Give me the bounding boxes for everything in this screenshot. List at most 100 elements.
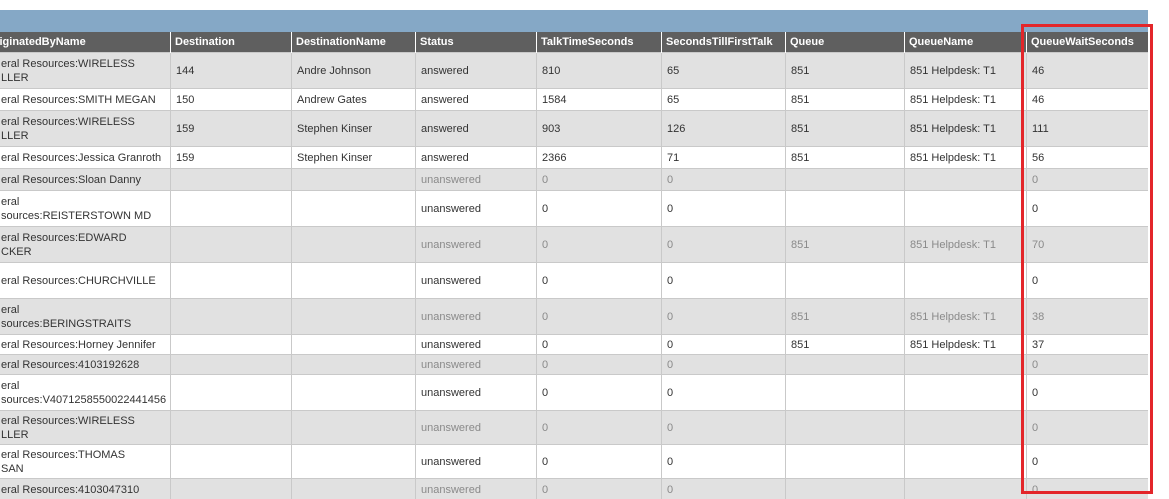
table-row[interactable]: eral Resources:Horney Jennifer unanswered… xyxy=(0,334,1148,355)
table-cell: eral sources:BERINGSTRAITS xyxy=(0,298,171,335)
col-header-talk-time-seconds[interactable]: TalkTimeSeconds xyxy=(536,32,662,53)
report-table-container[interactable]: iginatedByName Destination DestinationNa… xyxy=(0,32,1148,499)
table-cell xyxy=(904,262,1027,299)
table-row[interactable]: eral Resources:4103192628 unanswered 0 0 0 xyxy=(0,354,1148,375)
table-cell: unanswered xyxy=(415,262,537,299)
table-cell: eral Resources:EDWARD CKER xyxy=(0,226,171,263)
table-cell: eral Resources:SMITH MEGAN xyxy=(0,88,171,111)
table-cell xyxy=(785,168,905,191)
table-cell: unanswered xyxy=(415,478,537,499)
table-cell: 851 xyxy=(785,146,905,169)
table-cell: 0 xyxy=(661,374,786,411)
table-cell xyxy=(291,334,416,355)
table-cell: 159 xyxy=(170,146,292,169)
table-cell: 0 xyxy=(1026,478,1148,499)
table-cell xyxy=(904,374,1027,411)
col-header-originated-by-name[interactable]: iginatedByName xyxy=(0,32,171,53)
table-cell: 0 xyxy=(536,354,662,375)
table-cell xyxy=(291,190,416,227)
table-cell xyxy=(785,262,905,299)
table-cell: 903 xyxy=(536,110,662,147)
table-cell: 65 xyxy=(661,52,786,89)
col-header-destination-name[interactable]: DestinationName xyxy=(291,32,416,53)
table-row[interactable]: eral Resources:CHURCHVILLE unanswered 0 0 0 xyxy=(0,262,1148,299)
table-cell: 851 Helpdesk: T1 xyxy=(904,88,1027,111)
table-cell: 851 xyxy=(785,110,905,147)
table-cell xyxy=(291,444,416,479)
table-cell: 111 xyxy=(1026,110,1148,147)
table-cell xyxy=(291,226,416,263)
table-cell: eral Resources:4103047310 xyxy=(0,478,171,499)
table-cell xyxy=(170,354,292,375)
table-cell: 0 xyxy=(536,190,662,227)
table-cell: 0 xyxy=(1026,444,1148,479)
table-cell: 144 xyxy=(170,52,292,89)
table-cell: 851 Helpdesk: T1 xyxy=(904,298,1027,335)
table-row[interactable]: eral sources:REISTERSTOWN MD unanswered 0 0… xyxy=(0,190,1148,227)
col-header-destination[interactable]: Destination xyxy=(170,32,292,53)
table-cell: eral sources:REISTERSTOWN MD xyxy=(0,190,171,227)
table-cell: eral Resources:WIRELESS LLER xyxy=(0,52,171,89)
col-header-status[interactable]: Status xyxy=(415,32,537,53)
col-header-queue-wait-seconds[interactable]: QueueWaitSeconds xyxy=(1026,32,1148,53)
col-header-queue-name[interactable]: QueueName xyxy=(904,32,1027,53)
table-cell: 71 xyxy=(661,146,786,169)
table-cell: 0 xyxy=(1026,410,1148,445)
table-cell: 0 xyxy=(1026,374,1148,411)
table-cell: unanswered xyxy=(415,374,537,411)
table-row[interactable]: eral Resources:WIRELESS LLER 159 Stephen K… xyxy=(0,110,1148,147)
table-cell xyxy=(170,334,292,355)
table-row[interactable]: eral Resources:Jessica Granroth 159 Stephe… xyxy=(0,146,1148,169)
table-cell: 0 xyxy=(661,190,786,227)
table-cell xyxy=(291,298,416,335)
table-cell: eral Resources:4103192628 xyxy=(0,354,171,375)
table-cell xyxy=(170,190,292,227)
table-cell: 0 xyxy=(1026,262,1148,299)
table-cell: unanswered xyxy=(415,226,537,263)
table-cell xyxy=(785,354,905,375)
table-cell xyxy=(170,226,292,263)
table-cell: 0 xyxy=(1026,354,1148,375)
table-row[interactable]: eral Resources:EDWARD CKER unanswered 0 0 85… xyxy=(0,226,1148,263)
table-cell: unanswered xyxy=(415,190,537,227)
table-cell: 0 xyxy=(661,354,786,375)
table-cell xyxy=(170,262,292,299)
table-cell: 46 xyxy=(1026,88,1148,111)
table-cell: 0 xyxy=(661,334,786,355)
table-row[interactable]: eral Resources:THOMAS SAN unanswered 0 0 0 xyxy=(0,444,1148,479)
table-cell: 0 xyxy=(536,298,662,335)
table-cell xyxy=(904,478,1027,499)
table-row[interactable]: eral Resources:SMITH MEGAN 150 Andrew Gate… xyxy=(0,88,1148,111)
table-cell xyxy=(291,354,416,375)
table-row[interactable]: eral Resources:Sloan Danny unanswered 0 0 0 xyxy=(0,168,1148,191)
table-cell: 0 xyxy=(661,298,786,335)
table-row[interactable]: eral sources:V4071258550022441456 unanswe… xyxy=(0,374,1148,411)
table-cell: unanswered xyxy=(415,354,537,375)
table-cell xyxy=(291,262,416,299)
table-cell xyxy=(904,444,1027,479)
table-cell: 70 xyxy=(1026,226,1148,263)
table-cell: 56 xyxy=(1026,146,1148,169)
table-body: eral Resources:WIRELESS LLER 144 Andre Joh… xyxy=(0,52,1148,499)
table-cell: eral Resources:WIRELESS LLER xyxy=(0,110,171,147)
table-cell: 0 xyxy=(536,226,662,263)
call-report-table: iginatedByName Destination DestinationNa… xyxy=(0,32,1148,499)
table-cell: 0 xyxy=(661,226,786,263)
table-cell: answered xyxy=(415,88,537,111)
table-cell: eral Resources:THOMAS SAN xyxy=(0,444,171,479)
table-cell: 0 xyxy=(1026,190,1148,227)
table-cell xyxy=(170,444,292,479)
table-cell: unanswered xyxy=(415,168,537,191)
col-header-seconds-till-first-talk[interactable]: SecondsTillFirstTalk xyxy=(661,32,786,53)
table-row[interactable]: eral Resources:4103047310 unanswered 0 0 0 xyxy=(0,478,1148,499)
table-cell: 0 xyxy=(536,168,662,191)
table-row[interactable]: eral sources:BERINGSTRAITS unanswered 0 0 85… xyxy=(0,298,1148,335)
col-header-queue[interactable]: Queue xyxy=(785,32,905,53)
table-cell: 0 xyxy=(661,262,786,299)
table-row[interactable]: eral Resources:WIRELESS LLER unanswered 0 0… xyxy=(0,410,1148,445)
table-cell: 0 xyxy=(661,168,786,191)
table-cell: 0 xyxy=(536,334,662,355)
table-cell: 851 Helpdesk: T1 xyxy=(904,334,1027,355)
table-cell: unanswered xyxy=(415,334,537,355)
table-row[interactable]: eral Resources:WIRELESS LLER 144 Andre Joh… xyxy=(0,52,1148,89)
